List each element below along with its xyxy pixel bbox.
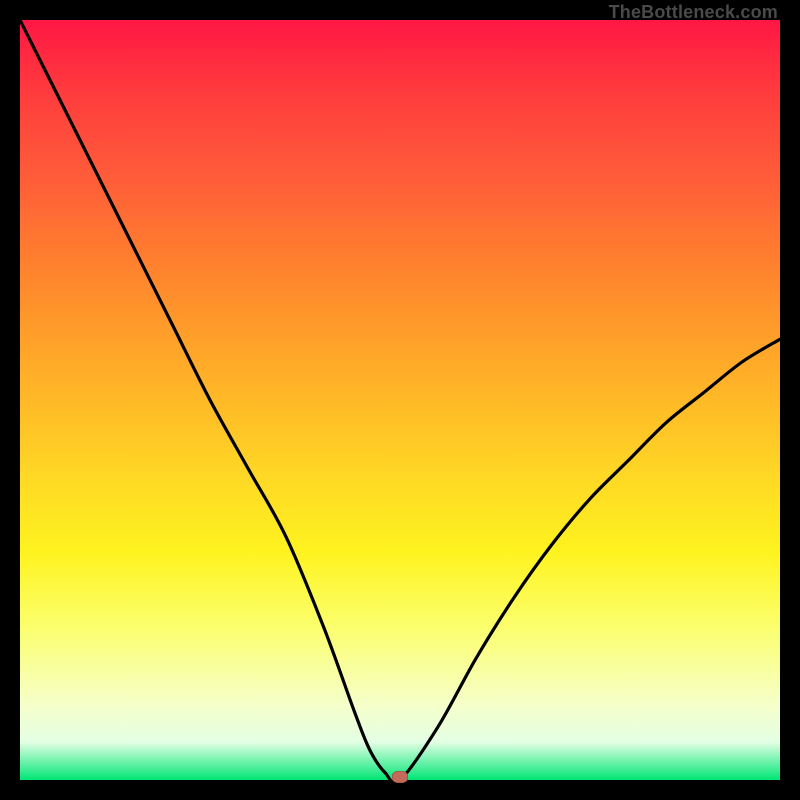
plot-area xyxy=(20,20,780,780)
chart-frame: TheBottleneck.com xyxy=(0,0,800,800)
minimum-marker xyxy=(392,771,408,783)
bottleneck-curve xyxy=(20,20,780,780)
watermark-text: TheBottleneck.com xyxy=(609,2,778,23)
